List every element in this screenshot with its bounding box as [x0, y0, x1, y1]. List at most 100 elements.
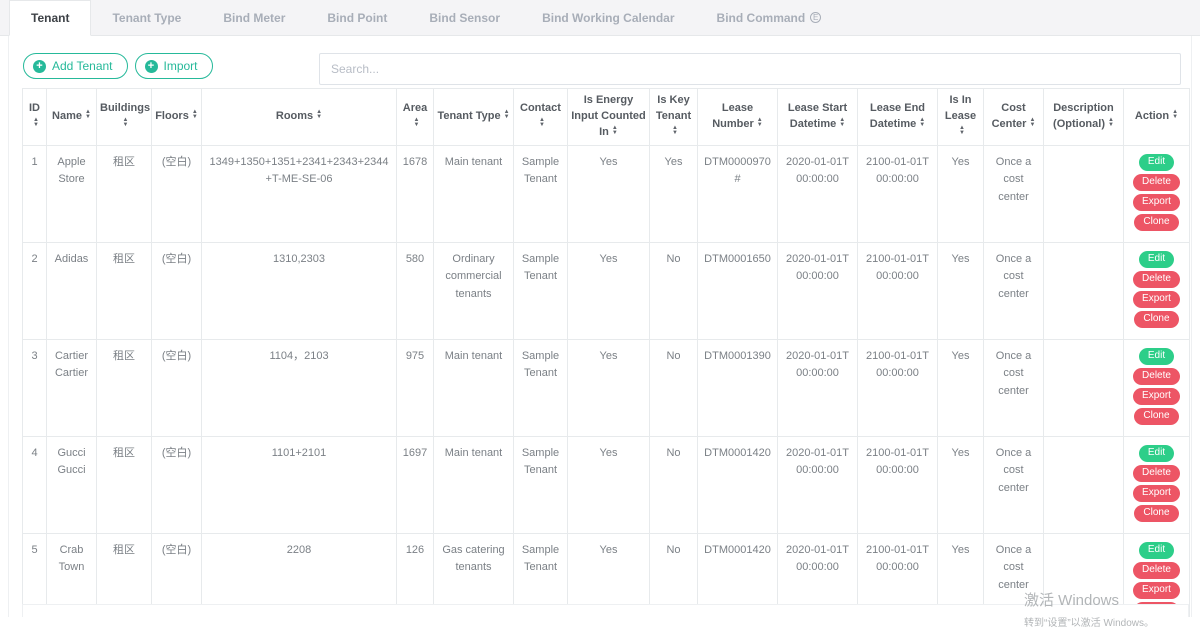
tab-bar: Tenant Tenant Type Bind Meter Bind Point Bin… [0, 0, 1200, 36]
delete-button[interactable]: Delete [1133, 174, 1180, 191]
tab-bind-command[interactable]: Bind CommandE [696, 0, 843, 35]
cell-floors: (空白) [152, 339, 202, 436]
sort-icon: ▲▼ [612, 126, 618, 136]
column-header-contact[interactable]: Contact▲▼ [514, 89, 568, 146]
cell-rooms: 1310,2303 [202, 242, 397, 339]
cell-key-tenant: No [650, 242, 698, 339]
clone-button[interactable]: Clone [1134, 214, 1178, 231]
column-header-cost-center[interactable]: Cost Center▲▼ [984, 89, 1044, 146]
cell-key-tenant: No [650, 339, 698, 436]
sort-icon: ▲▼ [123, 118, 129, 128]
delete-button[interactable]: Delete [1133, 368, 1180, 385]
cell-name: Cartier Cartier [47, 339, 97, 436]
column-header-is-key-tenant[interactable]: Is Key Tenant▲▼ [650, 89, 698, 146]
cell-cost-center: Once a cost center [984, 339, 1044, 436]
export-button[interactable]: Export [1133, 388, 1180, 405]
column-header-is-in-lease[interactable]: Is In Lease▲▼ [938, 89, 984, 146]
tab-label: Bind Working Calendar [542, 11, 674, 25]
cell-id: 3 [23, 339, 47, 436]
plus-circle-icon: + [145, 60, 158, 73]
edit-button[interactable]: Edit [1139, 154, 1174, 171]
clone-button[interactable]: Clone [1134, 505, 1178, 522]
tab-bind-point[interactable]: Bind Point [306, 0, 408, 35]
edit-button[interactable]: Edit [1139, 251, 1174, 268]
clone-button[interactable]: Clone [1134, 408, 1178, 425]
column-label: Lease End Datetime [870, 102, 925, 130]
clone-button[interactable]: Clone [1134, 311, 1178, 328]
sort-icon: ▲▼ [757, 118, 763, 128]
cell-description [1044, 436, 1124, 533]
column-header-id[interactable]: ID▲▼ [23, 89, 47, 146]
edit-button[interactable]: Edit [1139, 445, 1174, 462]
column-label: Buildings [100, 102, 150, 114]
column-header-action[interactable]: Action▲▼ [1124, 89, 1190, 146]
sort-icon: ▲▼ [1029, 118, 1035, 128]
column-header-is-energy-input-counted-in[interactable]: Is Energy Input Counted In▲▼ [568, 89, 650, 146]
sort-icon: ▲▼ [316, 110, 322, 120]
cell-key-tenant: No [650, 436, 698, 533]
search-input[interactable] [319, 53, 1181, 85]
cell-name: Gucci Gucci [47, 436, 97, 533]
cell-rooms: 1349+1350+1351+2341+2343+2344+T-ME-SE-06 [202, 145, 397, 242]
column-label: Floors [155, 110, 189, 122]
column-header-lease-number[interactable]: Lease Number▲▼ [698, 89, 778, 146]
column-header-rooms[interactable]: Rooms▲▼ [202, 89, 397, 146]
column-header-tenant-type[interactable]: Tenant Type▲▼ [434, 89, 514, 146]
circle-e-badge-icon: E [810, 12, 821, 23]
sort-icon: ▲▼ [839, 118, 845, 128]
cell-description [1044, 145, 1124, 242]
tab-bind-working-calendar[interactable]: Bind Working Calendar [521, 0, 695, 35]
table-header-row: ID▲▼Name▲▼Buildings▲▼Floors▲▼Rooms▲▼Area… [23, 89, 1190, 146]
tab-label: Bind Point [327, 11, 387, 25]
tab-bind-sensor[interactable]: Bind Sensor [408, 0, 521, 35]
column-header-area[interactable]: Area▲▼ [397, 89, 434, 146]
column-header-lease-start-datetime[interactable]: Lease Start Datetime▲▼ [778, 89, 858, 146]
column-label: Lease Number [712, 102, 754, 130]
cell-area: 580 [397, 242, 434, 339]
column-header-lease-end-datetime[interactable]: Lease End Datetime▲▼ [858, 89, 938, 146]
edit-button[interactable]: Edit [1139, 348, 1174, 365]
tenant-table: ID▲▼Name▲▼Buildings▲▼Floors▲▼Rooms▲▼Area… [22, 88, 1190, 617]
column-header-buildings[interactable]: Buildings ▲▼ [97, 89, 152, 146]
export-button[interactable]: Export [1133, 291, 1180, 308]
windows-activation-watermark: 激活 Windows 转到“设置”以激活 Windows。 [1024, 589, 1154, 629]
add-tenant-button[interactable]: + Add Tenant [23, 53, 128, 79]
delete-button[interactable]: Delete [1133, 271, 1180, 288]
cell-contact: Sample Tenant [514, 436, 568, 533]
delete-button[interactable]: Delete [1133, 465, 1180, 482]
delete-button[interactable]: Delete [1133, 562, 1180, 579]
column-header-name[interactable]: Name▲▼ [47, 89, 97, 146]
cell-lease-end: 2100-01-01T00:00:00 [858, 145, 938, 242]
column-label: Description (Optional) [1053, 102, 1114, 130]
import-button[interactable]: + Import [135, 53, 213, 79]
cell-energy-counted: Yes [568, 242, 650, 339]
column-label: Action [1135, 110, 1169, 122]
tab-tenant-type[interactable]: Tenant Type [91, 0, 202, 35]
cell-description [1044, 242, 1124, 339]
tab-bind-meter[interactable]: Bind Meter [202, 0, 306, 35]
tab-label: Tenant Type [112, 11, 181, 25]
cell-key-tenant: Yes [650, 145, 698, 242]
sort-icon: ▲▼ [85, 110, 91, 120]
cell-lease-start: 2020-01-01T00:00:00 [778, 145, 858, 242]
table-row: 2Adidas租区(空白)1310,2303580Ordinary commer… [23, 242, 1190, 339]
tab-tenant[interactable]: Tenant [9, 0, 91, 36]
column-label: Is Energy Input Counted In [571, 94, 646, 138]
content-panel: + Add Tenant + Import ID▲▼Name▲▼Building… [8, 36, 1192, 617]
cell-in-lease: Yes [938, 339, 984, 436]
cell-floors: (空白) [152, 145, 202, 242]
cell-in-lease: Yes [938, 242, 984, 339]
cell-lease-number: DTM0001420 [698, 436, 778, 533]
column-header-floors[interactable]: Floors▲▼ [152, 89, 202, 146]
export-button[interactable]: Export [1133, 194, 1180, 211]
cell-buildings: 租区 [97, 339, 152, 436]
cell-action: Edit Delete Export Clone [1124, 145, 1190, 242]
export-button[interactable]: Export [1133, 485, 1180, 502]
cell-in-lease: Yes [938, 145, 984, 242]
cell-id: 1 [23, 145, 47, 242]
cell-contact: Sample Tenant [514, 339, 568, 436]
tab-label: Bind Sensor [429, 11, 500, 25]
column-header-description-optional[interactable]: Description (Optional)▲▼ [1044, 89, 1124, 146]
add-tenant-label: Add Tenant [52, 59, 113, 73]
edit-button[interactable]: Edit [1139, 542, 1174, 559]
